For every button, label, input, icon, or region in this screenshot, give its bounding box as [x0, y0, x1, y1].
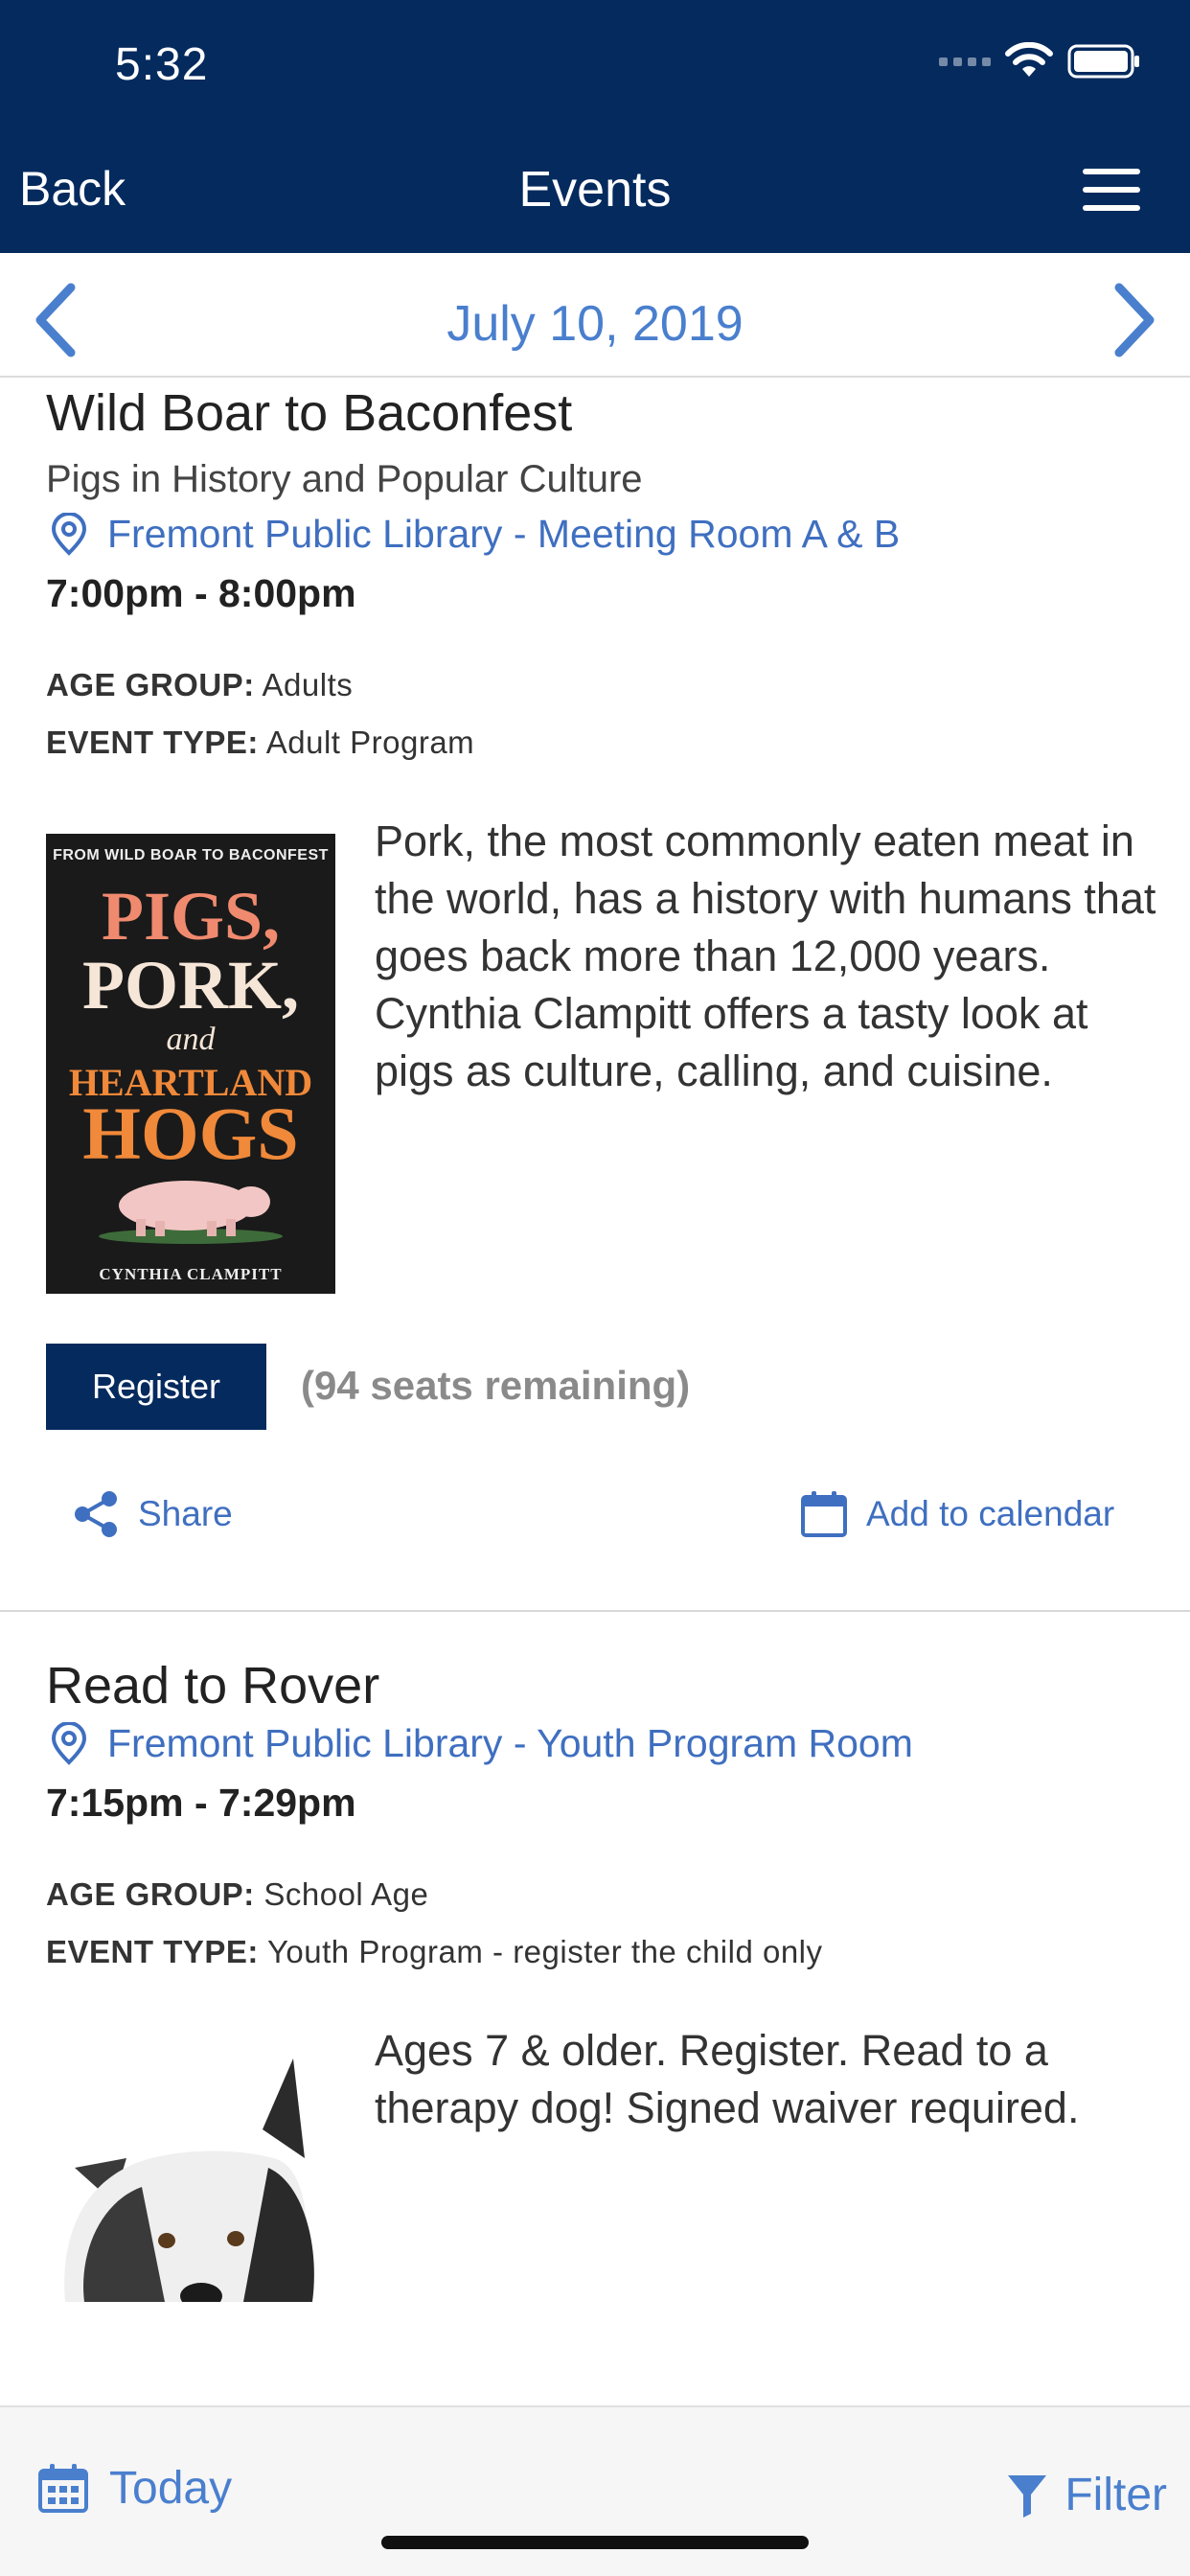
event-list[interactable]: Wild Boar to Baconfest Pigs in History a…: [0, 380, 1190, 2405]
bottom-toolbar: Today Filter: [0, 2405, 1190, 2576]
today-button[interactable]: Today: [36, 2461, 232, 2515]
event-age-group: AGE GROUP: Adults: [46, 667, 353, 703]
cover-author: CYNTHIA CLAMPITT: [99, 1265, 283, 1283]
event-location-link[interactable]: Fremont Public Library - Meeting Room A …: [48, 512, 900, 557]
event-type-value: Adult Program: [265, 724, 475, 760]
event-card: Read to Rover Fremont Public Library - Y…: [0, 1612, 1190, 2405]
wifi-icon: [1005, 42, 1053, 77]
share-button[interactable]: Share: [71, 1489, 233, 1539]
event-type: EVENT TYPE: Youth Program - register the…: [46, 1934, 823, 1970]
age-group-label: AGE GROUP:: [46, 1876, 255, 1912]
event-time: 7:00pm - 8:00pm: [46, 571, 356, 615]
cover-text: FROM WILD BOAR TO BACONFEST: [53, 847, 329, 863]
chevron-right-icon[interactable]: [1106, 282, 1163, 358]
filter-icon: [1008, 2474, 1047, 2518]
age-group-label: AGE GROUP:: [46, 667, 255, 702]
current-date: July 10, 2019: [446, 296, 744, 352]
dog-image: [46, 2014, 335, 2302]
cover-text: PORK,: [82, 947, 299, 1024]
event-type-label: EVENT TYPE:: [46, 1934, 259, 1969]
calendar-icon: [38, 2464, 88, 2513]
location-pin-icon: [51, 512, 87, 556]
book-cover-image: FROM WILD BOAR TO BACONFEST PIGS, PORK, …: [46, 834, 335, 1294]
calendar-label: Add to calendar: [866, 1494, 1115, 1533]
share-label: Share: [138, 1494, 233, 1533]
event-time: 7:15pm - 7:29pm: [46, 1781, 356, 1825]
event-subtitle: Pigs in History and Popular Culture: [46, 458, 643, 500]
location-pin-icon: [51, 1721, 87, 1765]
cover-text: and: [166, 1022, 216, 1057]
event-type: EVENT TYPE: Adult Program: [46, 724, 474, 761]
age-group-value: Adults: [262, 667, 354, 702]
filter-button[interactable]: Filter: [1005, 2469, 1167, 2521]
add-to-calendar-button[interactable]: Add to calendar: [799, 1489, 1114, 1539]
seats-remaining: (94 seats remaining): [301, 1363, 691, 1408]
share-icon: [75, 1491, 117, 1537]
event-location: Fremont Public Library - Meeting Room A …: [107, 512, 901, 556]
cover-text: PIGS,: [101, 878, 281, 954]
event-type-value: Youth Program - register the child only: [266, 1934, 823, 1969]
calendar-icon: [801, 1491, 847, 1537]
event-type-label: EVENT TYPE:: [46, 724, 259, 760]
event-location-link[interactable]: Fremont Public Library - Youth Program R…: [48, 1721, 913, 1766]
hamburger-icon[interactable]: [1083, 169, 1140, 211]
header-bar: 5:32 Back Events: [0, 0, 1190, 253]
cover-text: HOGS: [82, 1092, 299, 1175]
status-icons: [939, 42, 1142, 80]
date-navigator: July 10, 2019: [0, 253, 1190, 378]
filter-label: Filter: [1064, 2470, 1167, 2520]
signal-icon: [939, 57, 991, 66]
status-time: 5:32: [115, 39, 209, 90]
age-group-value: School Age: [263, 1876, 429, 1912]
event-title[interactable]: Read to Rover: [46, 1656, 379, 1715]
event-card: Wild Boar to Baconfest Pigs in History a…: [0, 380, 1190, 1610]
event-description: Ages 7 & older. Register. Read to a ther…: [375, 2026, 1080, 2132]
page-title: Events: [518, 162, 672, 218]
register-button[interactable]: Register: [46, 1344, 266, 1430]
event-title[interactable]: Wild Boar to Baconfest: [46, 383, 572, 443]
event-location: Fremont Public Library - Youth Program R…: [107, 1721, 913, 1765]
event-description: Pork, the most commonly eaten meat in th…: [375, 816, 1156, 1095]
event-age-group: AGE GROUP: School Age: [46, 1876, 428, 1913]
today-label: Today: [109, 2462, 233, 2514]
battery-icon: [1067, 44, 1139, 79]
home-indicator: [381, 2536, 809, 2549]
pig-illustration: [99, 1181, 283, 1244]
